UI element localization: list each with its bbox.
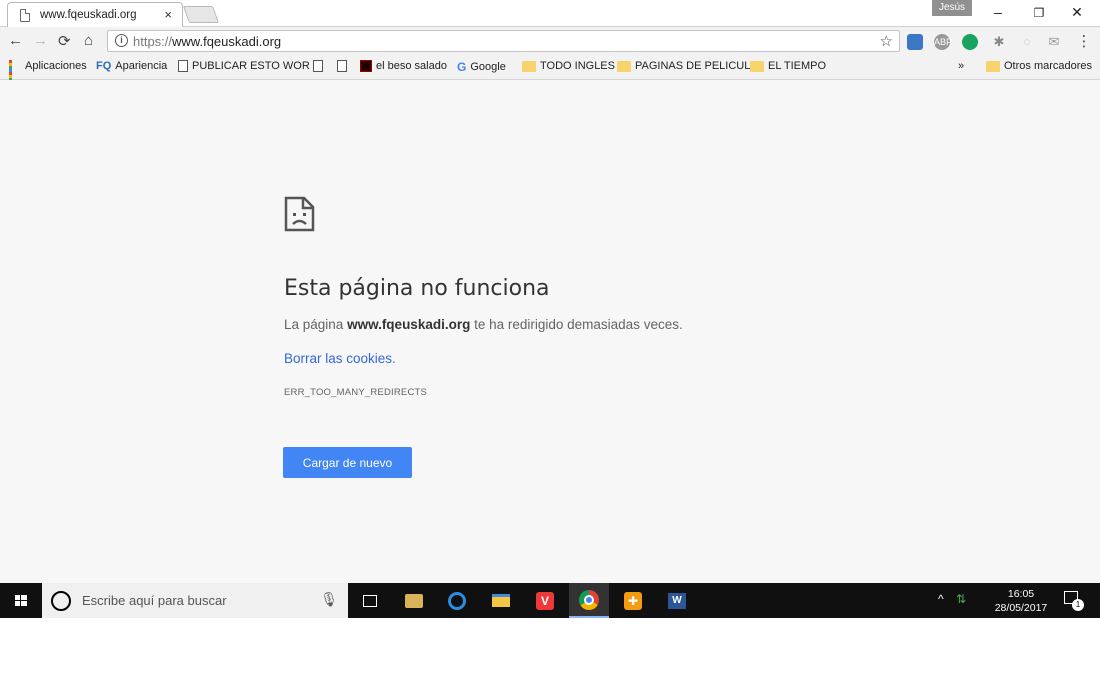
vivaldi-icon[interactable]: V xyxy=(525,583,565,618)
folder-icon xyxy=(750,60,764,72)
minimize-button[interactable]: – xyxy=(983,4,1013,20)
reload-button[interactable]: Cargar de nuevo xyxy=(283,447,412,478)
clock-time: 16:05 xyxy=(1007,588,1035,600)
extension-puzzle-icon[interactable]: ✱ xyxy=(991,34,1007,50)
app-explorer-photos-icon[interactable] xyxy=(394,583,434,618)
info-icon[interactable]: i xyxy=(115,34,128,47)
bookmark-blank-1[interactable] xyxy=(313,60,323,72)
chrome-icon[interactable] xyxy=(569,583,609,618)
fq-icon: FQ xyxy=(96,60,112,72)
clear-cookies-link[interactable]: Borrar las cookies. xyxy=(284,351,396,366)
tab-title: www.fqeuskadi.org xyxy=(40,9,137,21)
clock-date: 28/05/2017 xyxy=(994,602,1048,614)
google-icon: G xyxy=(457,60,467,74)
bookmark-el-tiempo[interactable]: EL TIEMPO xyxy=(750,60,826,72)
tab-strip: www.fqeuskadi.org × Jesús – ❐ ✕ xyxy=(0,0,1100,27)
bookmark-otros-marcadores[interactable]: Otros marcadores xyxy=(986,60,1092,72)
error-host: www.fqeuskadi.org xyxy=(347,317,471,332)
notification-badge: 1 xyxy=(1072,599,1084,611)
bookmark-star-icon[interactable]: ☆ xyxy=(880,32,893,50)
windows-start-icon[interactable] xyxy=(0,583,42,618)
taskbar: Escribe aquí para buscar 🎙︎ V ✚ W ^ ⇅ 16… xyxy=(0,583,1100,618)
extension-circle-icon[interactable]: ○ xyxy=(1019,34,1035,50)
apps-icon xyxy=(9,60,21,87)
word-icon[interactable]: W xyxy=(657,583,697,618)
forward-icon[interactable]: → xyxy=(33,32,48,49)
bookmarks-overflow-button[interactable]: » xyxy=(958,60,964,72)
clock[interactable]: 16:05 28/05/2017 xyxy=(988,587,1054,615)
extension-abp-icon[interactable]: ABP xyxy=(934,34,952,50)
error-title: Esta página no funciona xyxy=(284,276,550,301)
search-placeholder: Escribe aquí para buscar xyxy=(82,593,227,608)
beso-salado-icon xyxy=(360,60,372,72)
network-tray-icon[interactable]: ⇅ xyxy=(956,592,966,627)
bookmark-google[interactable]: G Google xyxy=(457,60,506,74)
extension-mail-icon[interactable]: ✉ xyxy=(1046,34,1062,50)
folder-icon xyxy=(617,60,631,72)
bookmark-paginas-peliculas[interactable]: PAGINAS DE PELICUL xyxy=(617,60,750,72)
task-view-icon[interactable] xyxy=(350,583,390,618)
bookmark-apariencia[interactable]: FQ Apariencia xyxy=(96,60,167,72)
extension-photo-icon[interactable] xyxy=(907,34,923,50)
microphone-icon[interactable]: 🎙︎ xyxy=(320,591,338,608)
folder-icon xyxy=(986,60,1000,72)
toolbar: ← → ⟳ ⌂ i https://www.fqeuskadi.org ☆ AB… xyxy=(0,27,1100,56)
action-center-icon[interactable]: 1 xyxy=(1064,591,1084,611)
bookmarks-bar: Aplicaciones FQ Apariencia PUBLICAR ESTO… xyxy=(0,56,1100,87)
tab-close-icon[interactable]: × xyxy=(164,7,172,22)
app-ccleaner-icon[interactable] xyxy=(437,583,477,618)
bookmark-publicar[interactable]: PUBLICAR ESTO WOR xyxy=(178,60,310,72)
menu-icon[interactable]: ⋮ xyxy=(1076,34,1092,50)
tab-active[interactable]: www.fqeuskadi.org × xyxy=(7,2,183,27)
home-icon[interactable]: ⌂ xyxy=(84,32,93,49)
folder-icon xyxy=(522,60,536,72)
new-tab-button[interactable] xyxy=(182,6,220,23)
taskbar-search[interactable]: Escribe aquí para buscar 🎙︎ xyxy=(42,583,348,618)
browser-window: www.fqeuskadi.org × Jesús – ❐ ✕ ← → ⟳ ⌂ … xyxy=(0,0,1100,618)
cortana-icon xyxy=(51,590,71,611)
back-icon[interactable]: ← xyxy=(8,32,23,49)
bookmark-apps[interactable]: Aplicaciones xyxy=(9,60,87,87)
bookmark-blank-2[interactable] xyxy=(337,60,347,72)
sad-page-icon xyxy=(284,196,315,232)
url-text[interactable]: https://www.fqeuskadi.org xyxy=(133,34,281,49)
page-content: Esta página no funciona La página www.fq… xyxy=(0,80,1100,583)
profile-button[interactable]: Jesús xyxy=(932,0,972,16)
error-code: ERR_TOO_MANY_REDIRECTS xyxy=(284,387,428,398)
restore-button[interactable]: ❐ xyxy=(1024,6,1054,20)
error-description: La página www.fqeuskadi.org te ha rediri… xyxy=(284,317,683,332)
file-explorer-icon[interactable] xyxy=(481,583,521,618)
address-bar[interactable]: i https://www.fqeuskadi.org ☆ xyxy=(107,30,900,52)
page-icon xyxy=(337,60,347,72)
bookmark-todo-ingles[interactable]: TODO INGLES xyxy=(522,60,615,72)
close-window-button[interactable]: ✕ xyxy=(1062,4,1092,21)
extension-green-icon[interactable] xyxy=(962,34,978,50)
show-hidden-icons-button[interactable]: ^ xyxy=(938,592,944,627)
page-icon xyxy=(313,60,323,72)
page-icon xyxy=(178,60,188,72)
reload-icon[interactable]: ⟳ xyxy=(58,32,71,50)
page-icon xyxy=(20,9,30,22)
security-shield-icon[interactable]: ✚ xyxy=(613,583,653,618)
bookmark-beso-salado[interactable]: el beso salado xyxy=(360,60,447,72)
